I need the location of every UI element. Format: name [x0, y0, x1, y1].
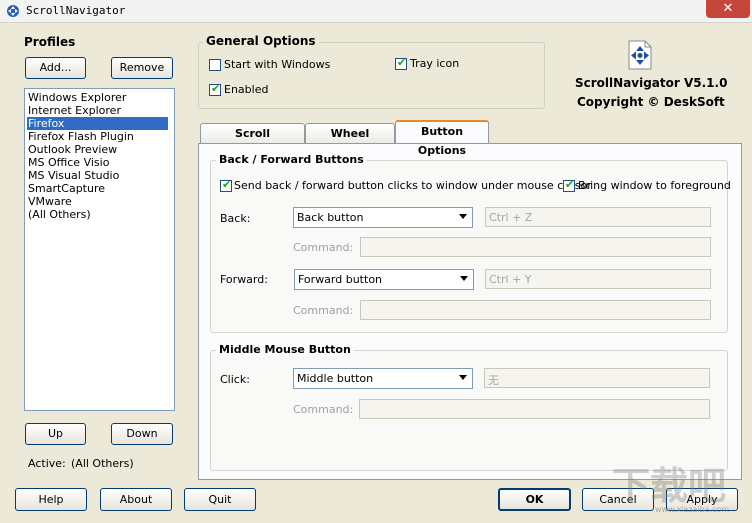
back-forward-heading: Back / Forward Buttons: [216, 153, 367, 166]
forward-action-select[interactable]: Forward button: [294, 269, 474, 290]
bring-foreground-checkbox[interactable]: ✔: [563, 178, 575, 192]
list-item[interactable]: VMware: [27, 195, 168, 208]
send-clicks-checkbox[interactable]: ✔: [220, 178, 232, 192]
start-with-windows-checkbox[interactable]: [209, 59, 221, 71]
general-options-group: [198, 42, 545, 109]
middle-click-select[interactable]: Middle button: [293, 368, 473, 389]
chevron-down-icon: [460, 276, 468, 281]
close-button[interactable]: ✕: [706, 0, 750, 18]
button-options-panel: Back / Forward Buttons ✔ Send back / for…: [198, 143, 742, 480]
watermark-url: www.xiazaiba.com: [655, 505, 730, 514]
watermark-logo: 下载吧: [612, 464, 727, 508]
chevron-down-icon: [459, 375, 467, 380]
middle-shortcut-field[interactable]: 无: [484, 368, 710, 388]
ok-button[interactable]: OK: [498, 488, 571, 511]
list-item-selected[interactable]: Firefox: [27, 117, 168, 130]
list-item[interactable]: SmartCapture: [27, 182, 168, 195]
start-with-windows-label: Start with Windows: [224, 58, 331, 71]
up-button[interactable]: Up: [25, 423, 86, 445]
back-label: Back:: [220, 212, 251, 225]
quit-button[interactable]: Quit: [184, 488, 256, 511]
middle-command-label: Command:: [293, 403, 354, 416]
down-button[interactable]: Down: [111, 423, 173, 445]
tray-icon-label: Tray icon: [410, 57, 460, 70]
middle-button-heading: Middle Mouse Button: [216, 343, 354, 356]
back-shortcut-value: Ctrl + Z: [489, 211, 533, 224]
back-command-label: Command:: [293, 241, 354, 254]
forward-label: Forward:: [220, 273, 268, 286]
check-icon: ✔: [211, 82, 221, 95]
enabled-label: Enabled: [224, 83, 269, 96]
forward-command-field[interactable]: [360, 300, 711, 320]
back-action-select[interactable]: Back button: [293, 207, 473, 228]
forward-shortcut-value: Ctrl + Y: [489, 273, 532, 286]
product-version: ScrollNavigator V5.1.0: [575, 76, 728, 90]
about-button[interactable]: About: [100, 488, 172, 511]
list-item[interactable]: Outlook Preview: [27, 143, 168, 156]
list-item[interactable]: Firefox Flash Plugin: [27, 130, 168, 143]
add-profile-button[interactable]: Add...: [25, 57, 86, 79]
general-options-heading: General Options: [203, 34, 319, 48]
send-clicks-label: Send back / forward button clicks to win…: [234, 179, 592, 192]
check-icon: ✔: [397, 56, 407, 69]
enabled-checkbox[interactable]: ✔: [209, 82, 221, 96]
window-title: ScrollNavigator: [26, 4, 126, 17]
back-command-field[interactable]: [360, 237, 711, 257]
product-logo-icon: [628, 40, 652, 70]
list-item[interactable]: MS Office Visio: [27, 156, 168, 169]
help-button[interactable]: Help: [15, 488, 87, 511]
check-icon: ✔: [222, 178, 232, 191]
app-window: ScrollNavigator ✕ Profiles Add... Remove…: [0, 0, 752, 523]
app-icon: [7, 5, 19, 17]
list-item[interactable]: Windows Explorer: [27, 91, 168, 104]
middle-shortcut-value: 无: [488, 374, 499, 387]
tray-icon-checkbox[interactable]: ✔: [395, 56, 407, 70]
bring-foreground-label: Bring window to foreground: [578, 179, 731, 192]
click-label: Click:: [220, 373, 250, 386]
remove-profile-button[interactable]: Remove: [111, 57, 173, 79]
tab-scroll-navigation[interactable]: Scroll Navigation: [200, 123, 305, 160]
tab-wheel-options[interactable]: Wheel Options: [305, 123, 395, 160]
forward-command-label: Command:: [293, 304, 354, 317]
middle-click-value: Middle button: [297, 372, 374, 385]
check-icon: ✔: [565, 178, 575, 191]
list-item[interactable]: (All Others): [27, 208, 168, 221]
tab-button-options[interactable]: Button Options: [395, 120, 489, 157]
list-item[interactable]: MS Visual Studio: [27, 169, 168, 182]
forward-action-value: Forward button: [298, 273, 383, 286]
chevron-down-icon: [459, 214, 467, 219]
profiles-list[interactable]: Windows Explorer Internet Explorer Firef…: [24, 88, 175, 411]
active-label: Active:: [28, 457, 66, 470]
back-action-value: Back button: [297, 211, 364, 224]
forward-shortcut-field[interactable]: Ctrl + Y: [485, 269, 711, 289]
list-item[interactable]: Internet Explorer: [27, 104, 168, 117]
back-shortcut-field[interactable]: Ctrl + Z: [485, 207, 711, 227]
profiles-heading: Profiles: [24, 35, 76, 49]
copyright-text: Copyright © DeskSoft: [577, 95, 725, 109]
active-value: (All Others): [71, 457, 134, 470]
middle-command-field[interactable]: [359, 399, 710, 419]
title-bar[interactable]: ScrollNavigator ✕: [0, 0, 752, 23]
